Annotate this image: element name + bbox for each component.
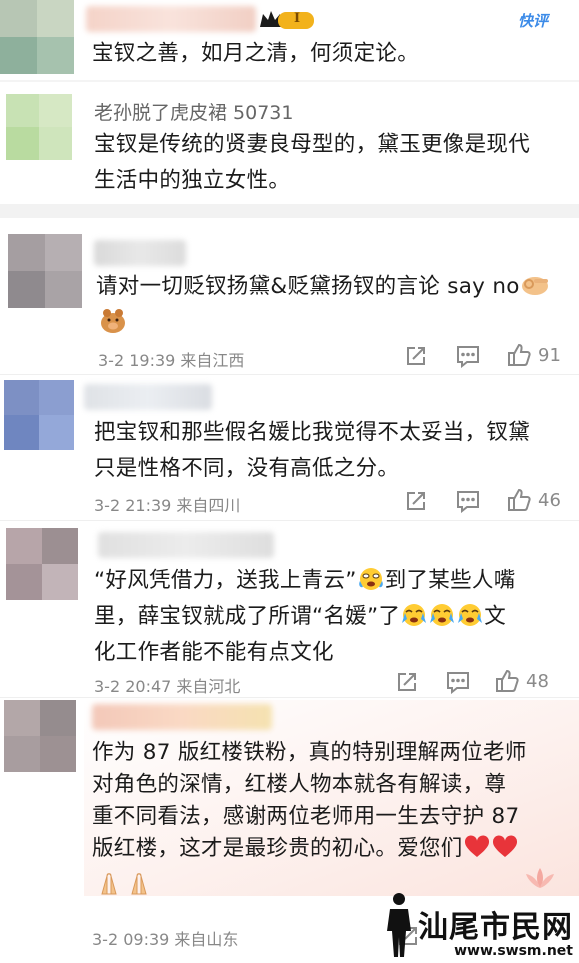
comment-meta: 3-2 20:47 来自河北 (94, 677, 241, 696)
comment-meta: 3-2 19:39 来自江西 (98, 351, 245, 370)
member-badge: I (258, 8, 316, 32)
comment-text: 里，薛宝钗就成了所谓“名媛”了 (94, 604, 401, 629)
username-blurred[interactable] (86, 6, 256, 32)
username-blurred[interactable] (98, 532, 274, 558)
comment-meta: 3-2 21:39 来自四川 (94, 496, 241, 515)
username-blurred[interactable] (94, 240, 186, 266)
comment-text: 请对一切贬钗扬黛&贬黛扬钗的言论 say no (96, 274, 520, 299)
comment-text-line: 对角色的深情，红楼人物本就各有解读，尊 (92, 772, 507, 797)
comment-text-line: 重不同看法，感谢两位老师用一生去守护 87 (92, 804, 520, 829)
comment-text: 版红楼，这才是最珍贵的初心。爱您们 (92, 836, 463, 861)
comment-text-line: 里，薛宝钗就成了所谓“名媛”了 文 (94, 599, 506, 635)
badge-level: I (294, 11, 301, 26)
thumbs-up-icon (508, 343, 531, 366)
comment-meta: 3-2 09:39 来自山东 (92, 930, 239, 949)
avatar[interactable] (6, 94, 72, 160)
comment-icon[interactable] (455, 344, 481, 368)
crying-face-emoji-icon (430, 604, 455, 626)
quick-reply-button[interactable]: 快评 (518, 10, 548, 31)
lotus-decoration-icon (526, 868, 554, 888)
like-count: 46 (538, 489, 561, 511)
like-button[interactable]: 91 (506, 342, 561, 368)
comment-text-line: 只是性格不同，没有高低之分。 (94, 456, 400, 481)
watermark-title: 汕尾市民网 (418, 910, 573, 945)
site-watermark: 汕尾市民网 www.swsm.net (384, 891, 573, 959)
comment-text-line: 作为 87 版红楼铁粉，真的特别理解两位老师 (92, 740, 527, 765)
comment-text: 文 (484, 604, 507, 629)
divider (0, 80, 579, 82)
avatar[interactable] (8, 234, 82, 308)
avatar[interactable] (4, 700, 76, 772)
like-button[interactable]: 46 (506, 487, 561, 513)
username[interactable]: 老孙脱了虎皮裙 50731 (94, 98, 293, 125)
comment-icon[interactable] (445, 670, 471, 694)
divider (0, 520, 579, 521)
comment-text: 到了某些人嘴 (384, 568, 516, 593)
comment-text: “好风凭借力，送我上青云” (94, 568, 357, 593)
pig-emoji-icon (101, 309, 125, 333)
repost-icon[interactable] (404, 344, 428, 368)
comment-text: 宝钗之善，如月之清，何须定论。 (92, 41, 420, 66)
comment-text-line: 生活中的独立女性。 (94, 168, 291, 193)
avatar[interactable] (4, 380, 74, 450)
watermark-url: www.swsm.net (454, 943, 573, 959)
heart-emoji-icon (464, 835, 489, 857)
divider (0, 697, 579, 698)
praying-hands-emoji-icon (101, 873, 147, 895)
heart-emoji-icon (492, 835, 517, 857)
thumbs-up-icon (508, 488, 531, 511)
crown-icon (260, 11, 314, 29)
like-button[interactable]: 48 (494, 668, 549, 694)
watermark-text-group: 汕尾市民网 www.swsm.net (418, 910, 573, 960)
crying-face-emoji-icon (458, 604, 483, 626)
repost-icon[interactable] (404, 489, 428, 513)
comment-text-line: 把宝钗和那些假名媛比我觉得不太妥当，钗黛 (94, 420, 531, 445)
comment-icon[interactable] (455, 489, 481, 513)
username-blurred[interactable] (84, 384, 212, 410)
ok-hand-emoji-icon (521, 277, 548, 295)
like-count: 91 (538, 344, 561, 366)
thumbs-up-icon (496, 669, 519, 692)
like-count: 48 (526, 670, 549, 692)
comment-text-line: 版红楼，这才是最珍贵的初心。爱您们 (92, 831, 519, 867)
divider (0, 374, 579, 375)
divider (0, 204, 579, 218)
comment-text-line: 宝钗是传统的贤妻良母型的，黛玉更像是现代 (94, 132, 531, 157)
crying-face-emoji-icon (358, 568, 383, 590)
crying-face-emoji-icon (402, 604, 427, 626)
avatar[interactable] (6, 528, 78, 600)
repost-icon[interactable] (395, 670, 419, 694)
comment-text-line: 请对一切贬钗扬黛&贬黛扬钗的言论 say no (96, 269, 550, 305)
comment-text-line: “好风凭借力，送我上青云” 到了某些人嘴 (94, 563, 516, 599)
figure-silhouette-icon (387, 893, 411, 957)
comment-text-line: 化工作者能不能有点文化 (94, 640, 334, 665)
avatar[interactable] (0, 0, 74, 74)
username-blurred[interactable] (92, 704, 272, 730)
